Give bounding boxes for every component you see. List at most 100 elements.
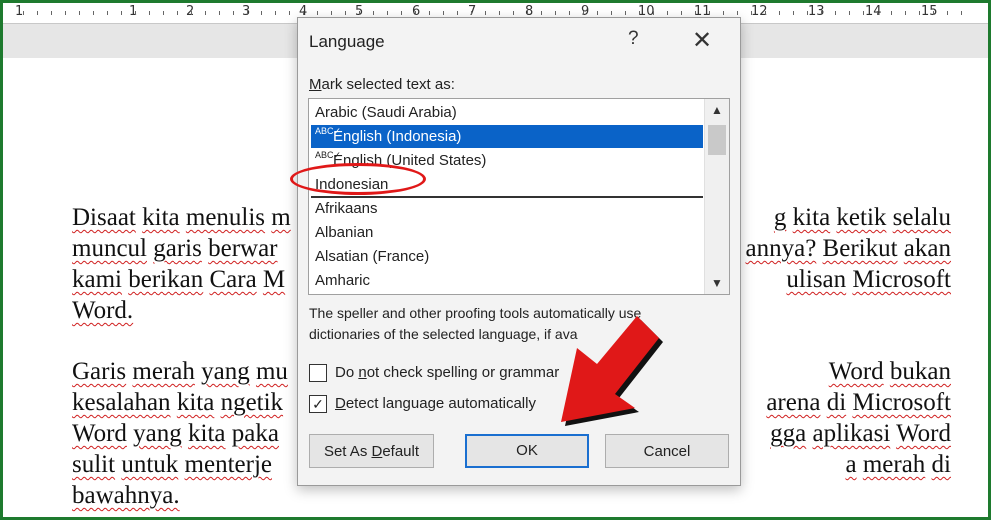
ruler-tick: [51, 11, 52, 15]
detect-language-checkbox[interactable]: ✓: [309, 395, 327, 414]
ruler-tick: [905, 11, 906, 15]
document-word: selalu: [892, 204, 951, 231]
listbox-scrollbar[interactable]: ▲ ▼: [704, 99, 729, 294]
close-button[interactable]: ✕: [692, 26, 712, 55]
ruler-tick: [149, 11, 150, 15]
do-not-check-row[interactable]: Do not check spelling or grammar: [309, 364, 559, 383]
do-not-check-checkbox[interactable]: [309, 364, 327, 383]
document-word: arena: [766, 389, 821, 416]
document-word: Berikut: [822, 235, 898, 262]
document-line-right: g kita ketik selalu: [774, 202, 951, 233]
document-word: annya?: [745, 235, 817, 262]
ruler-tick: [919, 11, 920, 15]
ruler-tick: [303, 11, 304, 15]
ruler-tick: [289, 11, 290, 15]
document-word: di: [931, 451, 951, 478]
document-word: Microsoft: [852, 389, 951, 416]
document-line-right: gga aplikasi Word: [770, 418, 951, 449]
ruler-tick: [401, 11, 402, 15]
document-word: akan: [903, 235, 951, 262]
ok-button[interactable]: OK: [465, 434, 589, 468]
ruler-tick: [135, 11, 136, 15]
ruler-tick: [891, 11, 892, 15]
ruler-tick: [499, 11, 500, 15]
detect-language-row[interactable]: ✓ Detect language automatically: [309, 395, 536, 414]
document-word: m: [271, 204, 291, 231]
ruler-tick: [723, 11, 724, 15]
ruler-tick: [681, 11, 682, 15]
language-listbox[interactable]: Arabic (Saudi Arabia) ABC✓English (Indon…: [308, 98, 730, 295]
document-line: sulit untuk menterje: [72, 449, 272, 480]
document-word: Word: [828, 358, 884, 385]
ruler-tick: [443, 11, 444, 15]
document-word: Cara: [209, 266, 257, 293]
list-item-english-indonesia[interactable]: ABC✓English (Indonesia): [311, 125, 703, 148]
ruler-tick: [163, 11, 164, 15]
document-word: ulisan: [786, 266, 847, 293]
ruler-tick: [527, 11, 528, 15]
list-item-arabic[interactable]: Arabic (Saudi Arabia): [311, 101, 703, 124]
mark-selected-label: Mark selected text as:: [309, 76, 455, 93]
ruler-tick: [625, 11, 626, 15]
ruler-tick: [191, 11, 192, 15]
document-word: kita: [188, 420, 226, 447]
chevron-up-icon[interactable]: ▲: [705, 99, 729, 121]
document-word: sulit: [72, 451, 116, 478]
document-line: muncul garis berwar: [72, 233, 278, 264]
ruler-tick: [513, 11, 514, 15]
document-line: bawahnya.: [72, 480, 180, 511]
ruler-tick: [177, 11, 178, 15]
document-line-right: arena di Microsoft: [766, 387, 951, 418]
document-line: Disaat kita menulis m: [72, 202, 291, 233]
ruler-tick: [583, 11, 584, 15]
ruler-number: 14: [865, 4, 882, 19]
ruler-tick: [933, 11, 934, 15]
document-word: paka: [231, 420, 279, 447]
document-word: garis: [153, 235, 202, 262]
ruler-tick: [415, 11, 416, 15]
document-line: Word yang kita paka: [72, 418, 279, 449]
help-button[interactable]: ?: [628, 28, 639, 50]
document-word: mu: [255, 358, 288, 385]
document-word: di: [826, 389, 847, 416]
document-word: kita: [176, 389, 215, 416]
ruler-number: 13: [808, 4, 825, 19]
ruler-tick: [849, 11, 850, 15]
document-word: muncul: [72, 235, 147, 262]
document-line-right: ulisan Microsoft: [786, 264, 951, 295]
document-word: menulis: [185, 204, 266, 231]
list-item-alsatian[interactable]: Alsatian (France): [311, 245, 703, 268]
document-word: bukan: [889, 358, 951, 385]
document-line: Garis merah yang mu: [72, 356, 288, 387]
document-word: Word: [72, 420, 127, 447]
ruler-tick: [93, 11, 94, 15]
ruler-tick: [107, 11, 108, 15]
ruler-tick: [373, 11, 374, 15]
highlight-circle: [290, 163, 426, 195]
cancel-button[interactable]: Cancel: [605, 434, 729, 468]
document-word: bawahnya.: [72, 482, 180, 509]
ruler-tick: [485, 11, 486, 15]
list-item-albanian[interactable]: Albanian: [311, 221, 703, 244]
document-word: aplikasi: [812, 420, 891, 447]
ruler-tick: [653, 11, 654, 15]
document-word: kita: [142, 204, 180, 231]
ruler-tick: [233, 11, 234, 15]
ruler-tick: [359, 11, 360, 15]
ruler-tick: [429, 11, 430, 15]
document-word: ketik: [836, 204, 887, 231]
ruler-tick: [821, 11, 822, 15]
spellcheck-icon: ABC✓: [315, 126, 342, 136]
ruler-tick: [541, 11, 542, 15]
chevron-down-icon[interactable]: ▼: [705, 272, 729, 294]
document-word: ngetik: [220, 389, 284, 416]
ruler-tick: [709, 11, 710, 15]
ruler-tick: [457, 11, 458, 15]
ruler-tick: [219, 11, 220, 15]
list-item-afrikaans[interactable]: Afrikaans: [311, 197, 703, 220]
ruler-tick: [877, 11, 878, 15]
set-as-default-button[interactable]: Set As Default: [309, 434, 434, 468]
list-item-amharic[interactable]: Amharic: [311, 269, 703, 292]
scroll-thumb[interactable]: [708, 125, 726, 155]
dialog-title: Language: [309, 32, 385, 51]
